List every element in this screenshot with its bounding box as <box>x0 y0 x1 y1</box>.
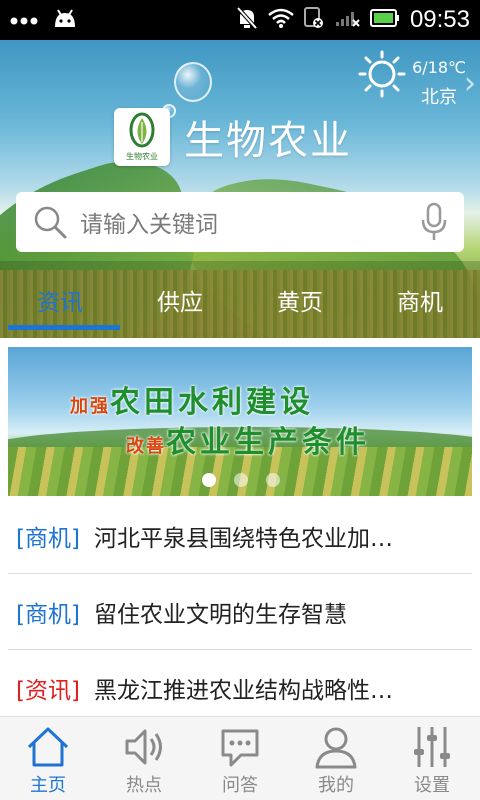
tab-label: 商机 <box>397 289 443 316</box>
nav-qa[interactable]: 问答 <box>192 717 288 800</box>
news-title: 黑龙江推进农业结构战略性… <box>93 678 393 704</box>
nav-label: 设置 <box>414 775 450 796</box>
tab-label: 黄页 <box>277 289 323 316</box>
nav-label: 热点 <box>126 775 162 796</box>
weather-temperature: 6/18℃ <box>412 58 466 77</box>
nav-hot[interactable]: 热点 <box>96 717 192 800</box>
home-icon <box>27 727 69 767</box>
chevron-right-icon[interactable]: › <box>464 66 476 101</box>
tab-label: 供应 <box>157 289 203 316</box>
logo-text: 生物农业 <box>126 152 158 161</box>
search-bar[interactable]: 请输入关键词 <box>16 192 464 252</box>
news-list: [商机] 河北平泉县围绕特色农业加… [商机] 留住农业文明的生存智慧 [资讯]… <box>8 498 472 726</box>
bottom-navigation: 主页 热点 问答 我的 设置 <box>0 716 480 800</box>
nav-label: 我的 <box>318 775 354 796</box>
speaker-icon <box>125 729 162 765</box>
user-icon <box>315 727 357 769</box>
more-icon <box>10 11 38 30</box>
tab-yellow-pages[interactable]: 黄页 <box>240 261 360 338</box>
mute-icon <box>236 6 258 34</box>
sliders-icon <box>414 727 450 767</box>
sun-icon <box>356 48 408 104</box>
nav-settings[interactable]: 设置 <box>384 717 480 800</box>
wifi-icon <box>268 8 294 32</box>
leaf-logo-icon <box>129 112 155 148</box>
banner-headline-2: 改善农业生产条件 <box>126 417 370 461</box>
search-input[interactable]: 请输入关键词 <box>80 205 420 239</box>
banner-prefix: 改善 <box>126 436 166 457</box>
android-icon <box>52 7 78 33</box>
battery-icon <box>369 9 400 31</box>
weather-widget[interactable]: 6/18℃ 北京 <box>356 48 466 109</box>
list-item[interactable]: [商机] 河北平泉县围绕特色农业加… <box>8 498 472 574</box>
news-tag: [商机] <box>16 601 80 628</box>
header-banner: 6/18℃ 北京 › 生物农业 生物农业 请输入关键词 资讯 供应 黄页 商机 <box>0 40 480 338</box>
chat-icon <box>221 729 259 767</box>
banner-headline-1: 加强农田水利建设 <box>70 377 314 421</box>
carousel-dot[interactable] <box>266 473 280 487</box>
news-tag: [商机] <box>16 525 80 552</box>
tab-news[interactable]: 资讯 <box>0 261 120 338</box>
search-icon <box>32 204 68 240</box>
nav-label: 主页 <box>30 775 66 796</box>
app-brand: 生物农业 生物农业 <box>114 108 352 166</box>
tab-label: 资讯 <box>37 289 83 316</box>
news-tag: [资讯] <box>16 678 80 704</box>
nav-mine[interactable]: 我的 <box>288 717 384 800</box>
carousel-dot[interactable] <box>202 473 216 487</box>
carousel-dot[interactable] <box>234 473 248 487</box>
list-item[interactable]: [资讯] 黑龙江推进农业结构战略性… <box>8 650 472 726</box>
weather-city: 北京 <box>421 87 458 108</box>
tab-supply[interactable]: 供应 <box>120 261 240 338</box>
status-time: 09:53 <box>409 6 470 33</box>
status-bar: 09:53 <box>0 0 480 40</box>
banner-prefix: 加强 <box>70 396 110 417</box>
banner-slogan: 农业生产条件 <box>166 425 370 460</box>
nav-label: 问答 <box>222 775 258 796</box>
carousel-indicators <box>202 473 280 487</box>
news-title: 河北平泉县围绕特色农业加… <box>93 525 393 552</box>
list-item[interactable]: [商机] 留住农业文明的生存智慧 <box>8 574 472 650</box>
signal-icon <box>334 8 360 32</box>
news-title: 留住农业文明的生存智慧 <box>93 601 347 628</box>
banner-slogan: 农田水利建设 <box>110 385 314 420</box>
app-logo: 生物农业 <box>114 108 170 166</box>
app-title: 生物农业 <box>184 118 352 164</box>
nav-home[interactable]: 主页 <box>0 717 96 800</box>
tab-business[interactable]: 商机 <box>360 261 480 338</box>
microphone-icon[interactable] <box>420 202 448 242</box>
category-tabs: 资讯 供应 黄页 商机 <box>0 261 480 338</box>
sim-icon <box>303 7 324 33</box>
water-bubble <box>174 62 212 102</box>
banner-carousel[interactable]: 加强农田水利建设 改善农业生产条件 <box>8 347 472 496</box>
